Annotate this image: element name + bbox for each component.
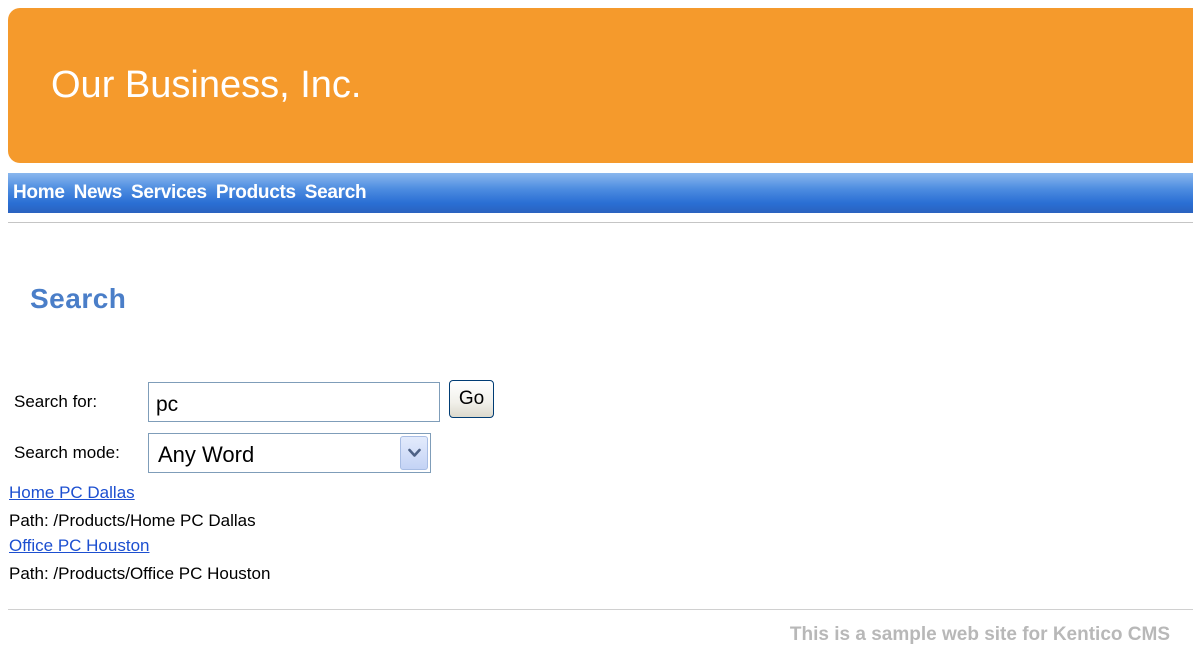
site-title: Our Business, Inc. — [51, 64, 362, 106]
search-mode-label: Search mode: — [14, 443, 120, 462]
result-link-home-pc-dallas[interactable]: Home PC Dallas — [9, 483, 135, 503]
nav-items: Home News Services Products Search — [13, 182, 367, 204]
nav-item-news[interactable]: News — [74, 182, 123, 204]
dropdown-button[interactable] — [400, 436, 428, 470]
search-for-label: Search for: — [14, 392, 98, 411]
result-path: Path: /Products/Home PC Dallas — [9, 511, 256, 530]
page: Our Business, Inc. Home News Services Pr… — [0, 0, 1193, 648]
footer-text: This is a sample web site for Kentico CM… — [789, 624, 1170, 645]
search-mode-select[interactable]: Any Word — [148, 433, 431, 473]
nav-item-search[interactable]: Search — [305, 182, 367, 204]
main-navigation: Home News Services Products Search — [8, 173, 1193, 213]
nav-item-home[interactable]: Home — [13, 182, 65, 204]
result-path: Path: /Products/Office PC Houston — [9, 564, 271, 583]
search-input[interactable] — [148, 382, 440, 422]
chevron-down-icon — [408, 448, 421, 457]
footer-divider — [8, 609, 1193, 610]
search-mode-value: Any Word — [158, 442, 255, 467]
nav-item-products[interactable]: Products — [216, 182, 296, 204]
page-title: Search — [30, 283, 127, 314]
top-divider — [8, 222, 1193, 223]
go-button[interactable]: Go — [449, 380, 494, 418]
result-link-office-pc-houston[interactable]: Office PC Houston — [9, 536, 149, 556]
site-header: Our Business, Inc. — [8, 8, 1193, 163]
nav-item-services[interactable]: Services — [131, 182, 207, 204]
